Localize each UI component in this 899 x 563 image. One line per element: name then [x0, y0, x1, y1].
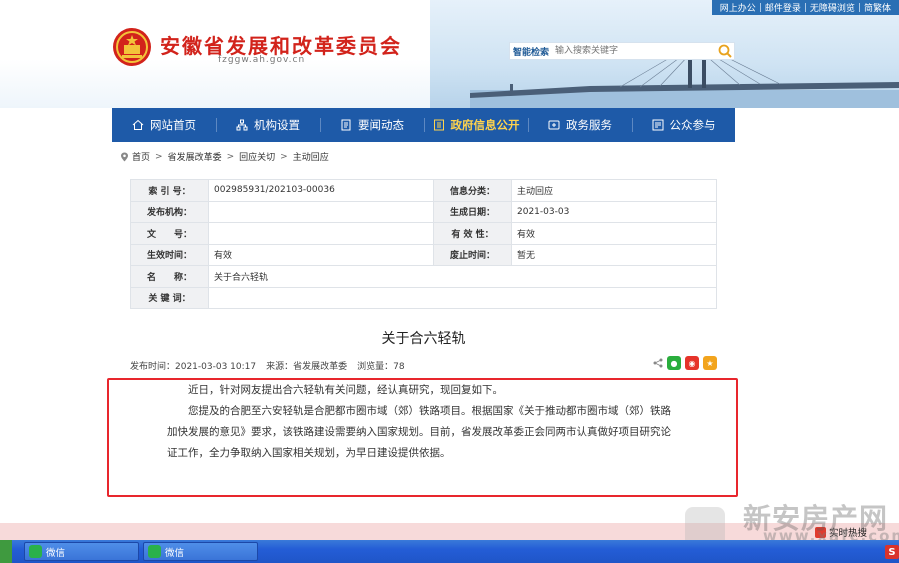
- service-icon: [548, 120, 560, 130]
- meta-value: [208, 286, 717, 309]
- top-link-accessibility[interactable]: 无障碍浏览: [810, 1, 855, 14]
- hot-search-icon: [815, 526, 826, 538]
- publish-info: 发布时间：2021-03-03 10:17 来源：省发展改革委 浏览量：78: [130, 359, 405, 372]
- meta-value: 主动回应: [511, 179, 717, 202]
- main-nav: 网站首页 机构设置 要闻动态 政府信息公开 政务服务 公众参与: [112, 108, 735, 142]
- participate-icon: [652, 119, 663, 131]
- nav-service[interactable]: 政务服务: [528, 108, 632, 142]
- taskbar-item-label: 微信: [46, 547, 66, 559]
- location-icon: [121, 152, 128, 161]
- breadcrumb: 首页 > 省发展改革委 > 回应关切 > 主动回应: [120, 150, 329, 163]
- home-icon: [132, 119, 144, 130]
- top-link-office[interactable]: 网上办公: [720, 1, 756, 14]
- nav-service-label: 政务服务: [566, 118, 612, 132]
- nav-home-label: 网站首页: [150, 118, 196, 132]
- hot-search-label: 实时热搜: [829, 528, 868, 539]
- site-domain: fzggw.ah.gov.cn: [218, 55, 306, 65]
- weibo-share-icon[interactable]: ◉: [685, 356, 699, 370]
- meta-key: 关 键 词：: [130, 286, 209, 309]
- meta-value: 2021-03-03: [511, 200, 717, 223]
- nav-info-disclosure-label: 政府信息公开: [450, 118, 520, 132]
- search-label: 智能检索: [513, 47, 550, 58]
- nav-news-label: 要闻动态: [358, 118, 404, 132]
- nav-participate[interactable]: 公众参与: [632, 108, 735, 142]
- taskbar-wechat-1[interactable]: 微信: [24, 542, 139, 561]
- search-icon[interactable]: [716, 43, 734, 59]
- nav-participate-label: 公众参与: [669, 118, 716, 132]
- nav-info-disclosure[interactable]: 政府信息公开: [424, 108, 528, 142]
- meta-value: 002985931/202103-00036: [208, 179, 434, 202]
- meta-key: 有 效 性：: [433, 222, 512, 245]
- search-input[interactable]: [555, 43, 716, 59]
- wechat-share-icon[interactable]: ●: [667, 356, 681, 370]
- meta-key: 生成日期：: [433, 200, 512, 223]
- view-count: 浏览量：78: [357, 362, 405, 372]
- national-emblem-icon: [113, 28, 151, 66]
- share-icon[interactable]: [653, 358, 663, 368]
- publish-source: 来源：省发展改革委: [266, 362, 348, 372]
- meta-value: 关于合六轻轨: [208, 265, 717, 288]
- nav-org[interactable]: 机构设置: [216, 108, 320, 142]
- meta-key: 索 引 号：: [130, 179, 209, 202]
- meta-key: 发布机构：: [130, 200, 209, 223]
- breadcrumb-active-response[interactable]: 主动回应: [293, 150, 329, 163]
- wechat-icon: [148, 545, 161, 558]
- breadcrumb-response[interactable]: 回应关切: [239, 150, 275, 163]
- meta-key: 废止时间：: [433, 243, 512, 266]
- top-links-bar: 网上办公 | 邮件登录 | 无障碍浏览 | 简繁体: [711, 0, 899, 15]
- document-title: 关于合六轻轨: [381, 331, 466, 347]
- table-row: 生效时间： 有效 废止时间： 暂无: [130, 243, 717, 266]
- meta-key: 信息分类：: [433, 179, 512, 202]
- taskbar-wechat-2[interactable]: 微信: [143, 542, 258, 561]
- table-row: 名 称： 关于合六轻轨: [130, 265, 717, 288]
- nav-news[interactable]: 要闻动态: [320, 108, 424, 142]
- info-icon: [433, 119, 444, 131]
- news-icon: [341, 119, 351, 131]
- qzone-share-icon[interactable]: ★: [703, 356, 717, 370]
- meta-value: [208, 200, 434, 223]
- meta-value: [208, 222, 434, 245]
- share-bar: ● ◉ ★: [653, 356, 717, 370]
- search-box: 智能检索: [509, 42, 735, 60]
- table-row: 发布机构： 生成日期： 2021-03-03: [130, 200, 717, 223]
- publish-time: 发布时间：2021-03-03 10:17: [130, 362, 257, 372]
- nav-org-label: 机构设置: [254, 118, 300, 132]
- breadcrumb-commission[interactable]: 省发展改革委: [168, 150, 222, 163]
- org-icon: [236, 119, 248, 131]
- meta-key: 生效时间：: [130, 243, 209, 266]
- start-button[interactable]: [0, 540, 12, 563]
- taskbar-item-label: 微信: [165, 547, 185, 559]
- nav-home[interactable]: 网站首页: [112, 108, 216, 142]
- site-header: 网上办公 | 邮件登录 | 无障碍浏览 | 简繁体 安徽省发展和改革委员会 fz…: [0, 0, 899, 108]
- sogou-tray-icon[interactable]: S: [885, 545, 899, 559]
- wechat-icon: [29, 545, 42, 558]
- table-row: 索 引 号： 002985931/202103-00036 信息分类： 主动回应: [130, 179, 717, 202]
- highlight-box: [107, 378, 738, 497]
- top-link-language[interactable]: 简繁体: [864, 1, 891, 14]
- meta-value: 有效: [208, 243, 434, 266]
- browser-status-strip: [0, 523, 899, 540]
- meta-value: 暂无: [511, 243, 717, 266]
- meta-value: 有效: [511, 222, 717, 245]
- meta-key: 文 号：: [130, 222, 209, 245]
- top-link-mail[interactable]: 邮件登录: [765, 1, 801, 14]
- document-metadata-table: 索 引 号： 002985931/202103-00036 信息分类： 主动回应…: [130, 179, 717, 309]
- table-row: 文 号： 有 效 性： 有效: [130, 222, 717, 245]
- table-row: 关 键 词：: [130, 286, 717, 309]
- hot-search[interactable]: 实时热搜: [815, 525, 867, 539]
- meta-key: 名 称：: [130, 265, 209, 288]
- breadcrumb-home[interactable]: 首页: [132, 150, 150, 163]
